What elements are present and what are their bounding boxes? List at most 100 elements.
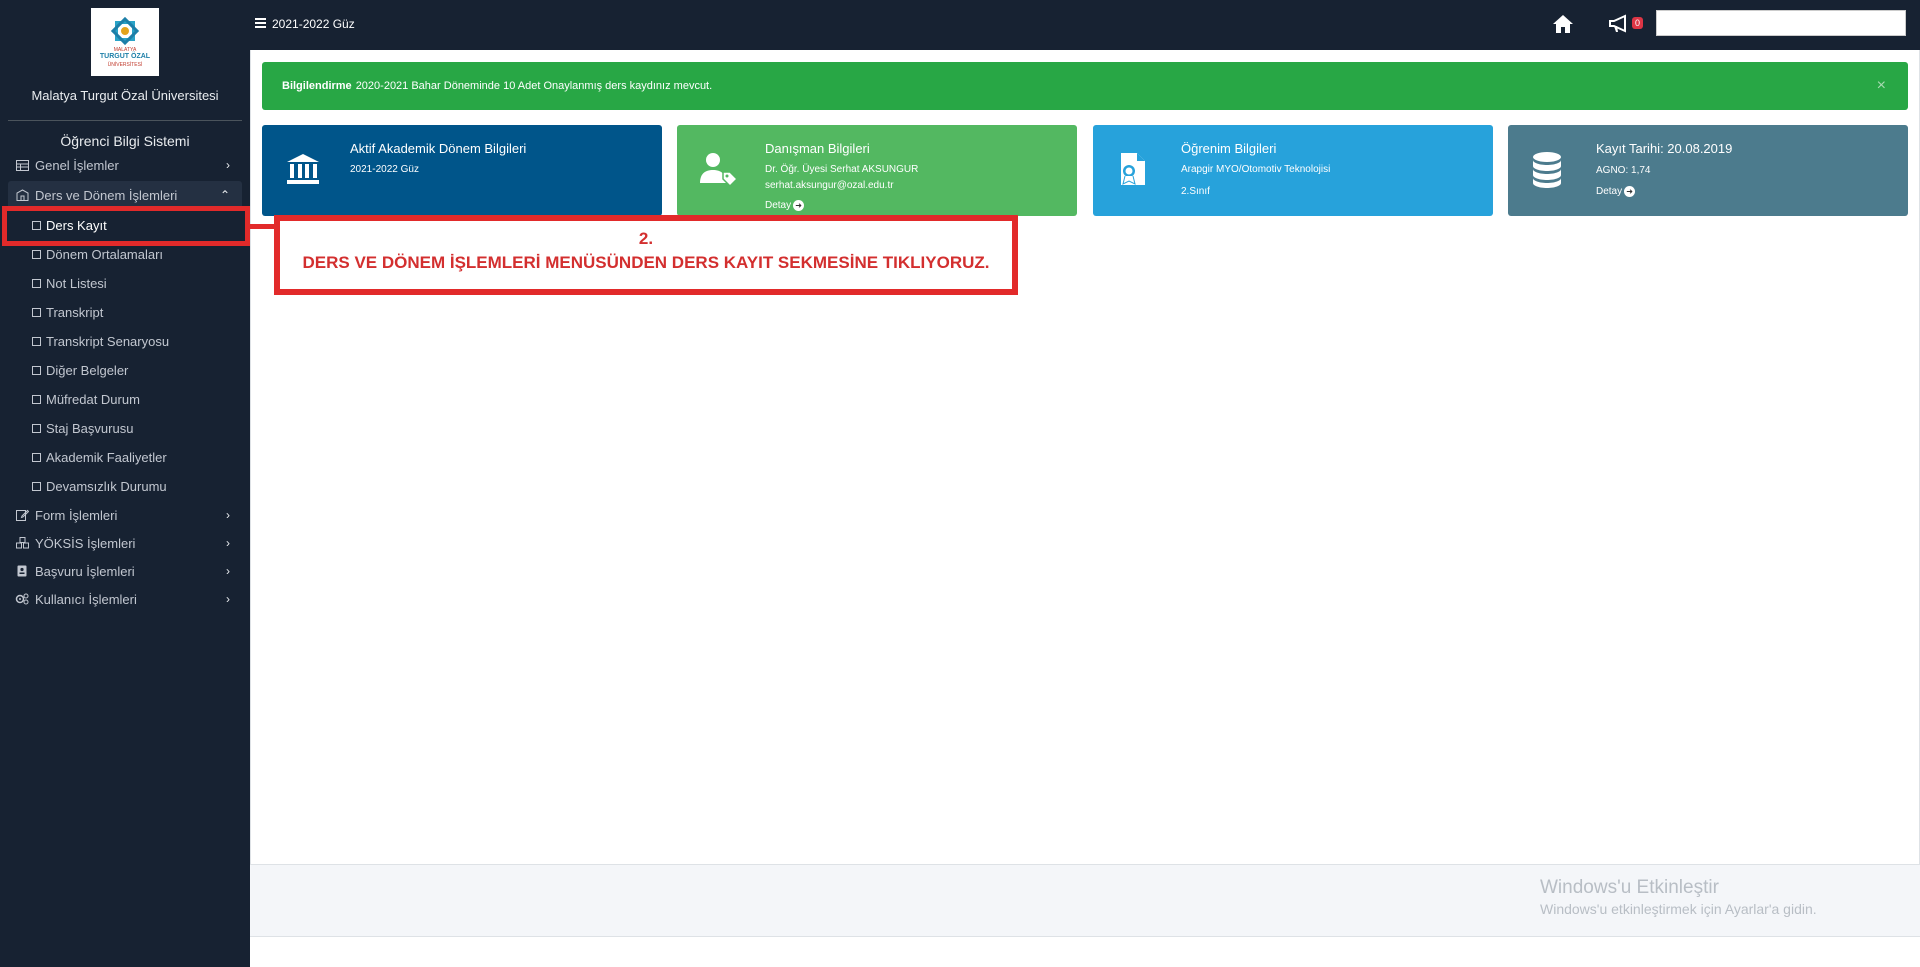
square-icon bbox=[32, 366, 41, 375]
sidebar-divider bbox=[8, 120, 242, 121]
submenu-label: Transkript Senaryosu bbox=[46, 334, 170, 349]
main-content: Bilgilendirme 2020-2021 Bahar Döneminde … bbox=[250, 50, 1920, 865]
card-title: Danışman Bilgileri bbox=[765, 141, 870, 156]
edit-icon bbox=[15, 509, 29, 521]
menu-genel-islemler[interactable]: Genel İşlemler › bbox=[0, 151, 250, 179]
alert-text: 2020-2021 Bahar Döneminde 10 Adet Onayla… bbox=[355, 80, 713, 92]
home-icon[interactable] bbox=[1552, 14, 1574, 34]
menu-label: Form İşlemleri bbox=[35, 507, 118, 523]
submenu-akademik-faaliyetler[interactable]: Akademik Faaliyetler bbox=[0, 443, 250, 472]
cogs-icon bbox=[15, 593, 29, 605]
system-name: Öğrenci Bilgi Sistemi bbox=[60, 133, 190, 149]
submenu-label: Müfredat Durum bbox=[46, 392, 140, 407]
square-icon bbox=[32, 337, 41, 346]
brand: MALATYA TURGUT ÖZAL ÜNİVERSİTESİ Malatya… bbox=[0, 0, 250, 103]
agno-value: AGNO: 1,74 bbox=[1596, 165, 1651, 176]
menu-label: Kullanıcı İşlemleri bbox=[35, 591, 137, 607]
menu-label: Genel İşlemler bbox=[35, 157, 119, 173]
menu-basvuru-islemleri[interactable]: Başvuru İşlemleri › bbox=[0, 557, 250, 585]
registration-card: Kayıt Tarihi: 20.08.2019 AGNO: 1,74 Deta… bbox=[1508, 125, 1908, 216]
square-icon bbox=[32, 424, 41, 433]
submenu-label: Diğer Belgeler bbox=[46, 363, 129, 378]
university-logo[interactable]: MALATYA TURGUT ÖZAL ÜNİVERSİTESİ bbox=[91, 8, 159, 76]
square-icon bbox=[32, 308, 41, 317]
annotation-callout: 2. DERS VE DÖNEM İŞLEMLERİ MENÜSÜNDEN DE… bbox=[274, 215, 1018, 295]
windows-activation-title: Windows'u Etkinleştir bbox=[1540, 877, 1719, 898]
card-term: 2021-2022 Güz bbox=[350, 164, 419, 175]
chevron-right-icon: › bbox=[226, 592, 230, 606]
windows-activation-subtitle: Windows'u etkinleştirmek için Ayarlar'a … bbox=[1540, 901, 1817, 917]
card-title: Öğrenim Bilgileri bbox=[1181, 141, 1277, 156]
submenu-label: Akademik Faaliyetler bbox=[46, 450, 167, 465]
sidebar: MALATYA TURGUT ÖZAL ÜNİVERSİTESİ Malatya… bbox=[0, 0, 250, 967]
search-input[interactable] bbox=[1656, 10, 1906, 36]
submenu-label: Staj Başvurusu bbox=[46, 421, 134, 436]
menu-yoksis-islemleri[interactable]: YÖKSİS İşlemleri › bbox=[0, 529, 250, 557]
submenu-transkript[interactable]: Transkript bbox=[0, 298, 250, 327]
submenu-devamsizlik-durumu[interactable]: Devamsızlık Durumu bbox=[0, 472, 250, 501]
top-navbar: 2021-2022 Güz 0 bbox=[250, 0, 1920, 50]
submenu-not-listesi[interactable]: Not Listesi bbox=[0, 269, 250, 298]
menu-form-islemleri[interactable]: Form İşlemleri › bbox=[0, 501, 250, 529]
info-alert: Bilgilendirme 2020-2021 Bahar Döneminde … bbox=[262, 62, 1908, 110]
academic-term-card: Aktif Akademik Dönem Bilgileri 2021-2022… bbox=[262, 125, 662, 216]
card-title: Aktif Akademik Dönem Bilgileri bbox=[350, 141, 527, 156]
current-term: 2021-2022 Güz bbox=[272, 17, 355, 31]
notification-badge: 0 bbox=[1632, 17, 1644, 29]
registration-detail-link[interactable]: Detay ➜ bbox=[1596, 186, 1636, 197]
user-tag-icon bbox=[699, 151, 739, 188]
arrow-circle-right-icon: ➜ bbox=[793, 200, 805, 211]
square-icon bbox=[32, 395, 41, 404]
registration-date: Kayıt Tarihi: 20.08.2019 bbox=[1596, 141, 1733, 156]
submenu-label: Not Listesi bbox=[46, 276, 107, 291]
id-badge-icon bbox=[15, 565, 29, 577]
submenu-label: Devamsızlık Durumu bbox=[46, 479, 167, 494]
link-label: Detay bbox=[765, 200, 792, 211]
chevron-right-icon: › bbox=[226, 536, 230, 550]
square-icon bbox=[32, 250, 41, 259]
chevron-up-icon: ⌃ bbox=[219, 188, 230, 202]
menu-label: YÖKSİS İşlemleri bbox=[35, 535, 136, 551]
class-level: 2.Sınıf bbox=[1181, 186, 1210, 197]
cubes-icon bbox=[15, 537, 29, 549]
arrow-circle-right-icon: ➜ bbox=[1624, 186, 1636, 197]
annotation-connector bbox=[250, 224, 276, 229]
square-icon bbox=[32, 453, 41, 462]
university-name: Malatya Turgut Özal Üniversitesi bbox=[31, 88, 219, 103]
menu-kullanici-islemleri[interactable]: Kullanıcı İşlemleri › bbox=[0, 585, 250, 613]
menu-label: Ders ve Dönem İşlemleri bbox=[35, 187, 178, 203]
hamburger-menu-icon[interactable] bbox=[255, 18, 266, 28]
menu-label: Başvuru İşlemleri bbox=[35, 563, 135, 579]
building-icon bbox=[15, 189, 29, 201]
square-icon bbox=[32, 279, 41, 288]
chevron-right-icon: › bbox=[226, 158, 230, 172]
advisor-name: Dr. Öğr. Üyesi Serhat AKSUNGUR bbox=[765, 164, 919, 175]
bank-icon bbox=[284, 151, 322, 187]
bottom-strip bbox=[250, 937, 1920, 967]
square-icon bbox=[32, 482, 41, 491]
certificate-icon bbox=[1115, 151, 1153, 187]
program-name: Arapgir MYO/Otomotiv Teknolojisi bbox=[1181, 164, 1331, 175]
logo-bottom-text: ÜNİVERSİTESİ bbox=[107, 61, 143, 68]
chevron-right-icon: › bbox=[226, 508, 230, 522]
advisor-detail-link[interactable]: Detay ➜ bbox=[765, 200, 805, 211]
annotation-message: DERS VE DÖNEM İŞLEMLERİ MENÜSÜNDEN DERS … bbox=[302, 253, 990, 272]
submenu-transkript-senaryosu[interactable]: Transkript Senaryosu bbox=[0, 327, 250, 356]
submenu-staj-basvurusu[interactable]: Staj Başvurusu bbox=[0, 414, 250, 443]
megaphone-icon[interactable] bbox=[1608, 14, 1630, 34]
submenu-label: Transkript bbox=[46, 305, 104, 320]
table-icon bbox=[15, 159, 29, 171]
alert-label: Bilgilendirme bbox=[282, 80, 352, 92]
menu-ders-donem-islemleri[interactable]: Ders ve Dönem İşlemleri ⌃ bbox=[8, 181, 242, 209]
close-icon[interactable]: × bbox=[1877, 77, 1886, 95]
logo-emblem-icon bbox=[110, 16, 140, 46]
link-label: Detay bbox=[1596, 186, 1623, 197]
advisor-card: Danışman Bilgileri Dr. Öğr. Üyesi Serhat… bbox=[677, 125, 1077, 216]
advisor-email: serhat.aksungur@ozal.edu.tr bbox=[765, 180, 894, 191]
submenu-diger-belgeler[interactable]: Diğer Belgeler bbox=[0, 356, 250, 385]
database-icon bbox=[1530, 151, 1568, 188]
submenu-mufredat-durum[interactable]: Müfredat Durum bbox=[0, 385, 250, 414]
education-card: Öğrenim Bilgileri Arapgir MYO/Otomotiv T… bbox=[1093, 125, 1493, 216]
chevron-right-icon: › bbox=[226, 564, 230, 578]
highlight-box-ders-kayit bbox=[2, 206, 250, 246]
